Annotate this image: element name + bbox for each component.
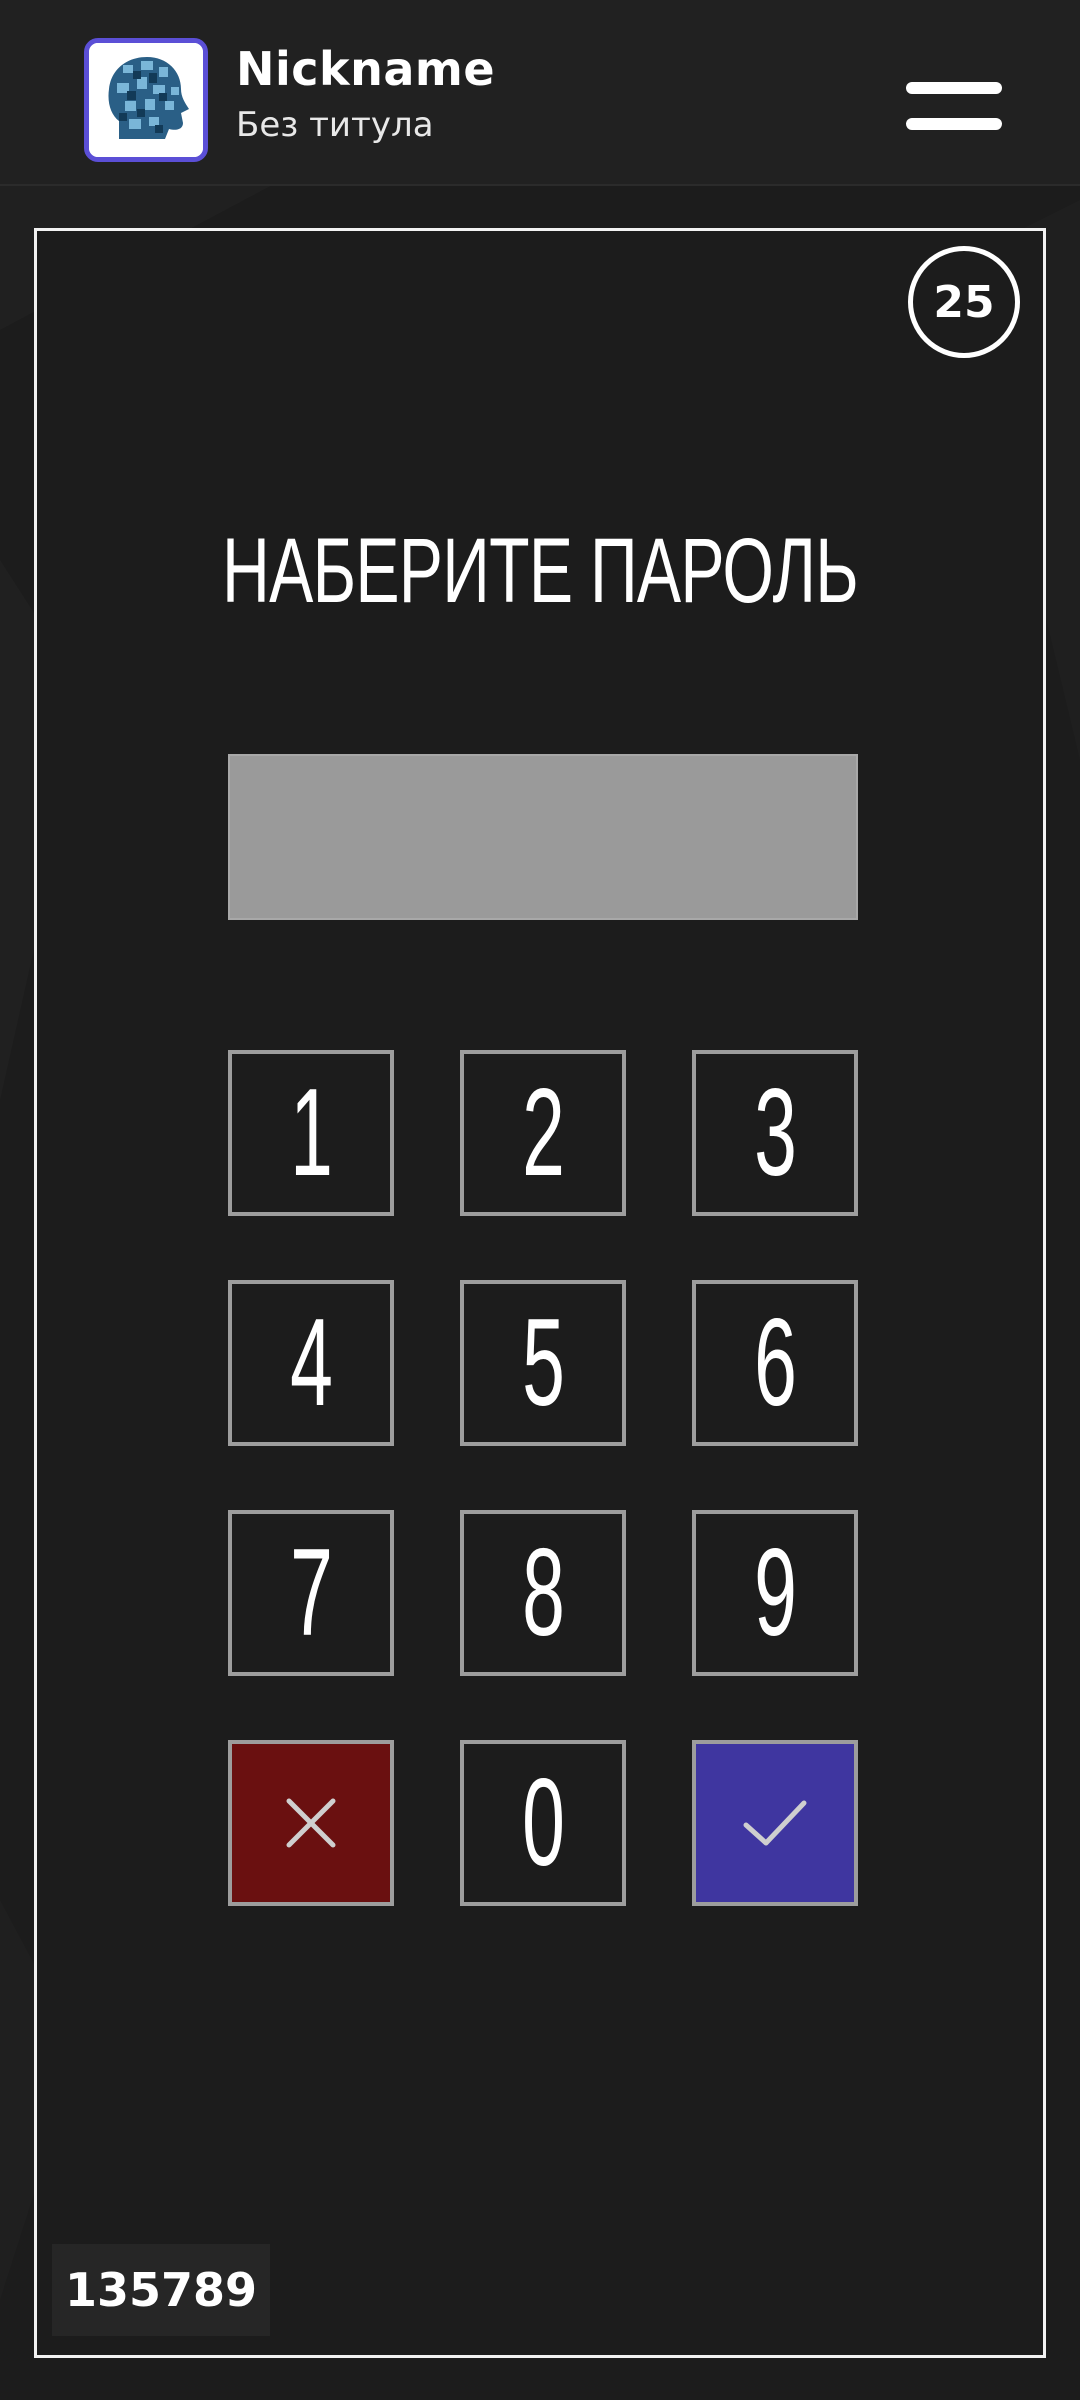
key-label: 6 xyxy=(753,1294,797,1432)
key-label: 8 xyxy=(521,1524,565,1662)
cancel-button[interactable] xyxy=(228,1740,394,1906)
key-label: 4 xyxy=(289,1294,333,1432)
checkmark-icon xyxy=(743,1800,807,1846)
hamburger-menu-icon xyxy=(906,118,1002,130)
key-2[interactable]: 2 xyxy=(460,1050,626,1216)
confirm-button[interactable] xyxy=(692,1740,858,1906)
key-1[interactable]: 1 xyxy=(228,1050,394,1216)
nickname: Nickname xyxy=(236,42,496,96)
hamburger-menu-icon xyxy=(906,82,1002,94)
countdown-timer: 25 xyxy=(908,246,1020,358)
key-8[interactable]: 8 xyxy=(460,1510,626,1676)
key-label: 9 xyxy=(753,1524,797,1662)
password-display xyxy=(228,754,858,920)
key-5[interactable]: 5 xyxy=(460,1280,626,1446)
key-label: 3 xyxy=(753,1064,797,1202)
page-title: НАБЕРИТЕ ПАРОЛЬ xyxy=(222,520,859,622)
key-label: 2 xyxy=(521,1064,565,1202)
key-label: 0 xyxy=(521,1754,565,1892)
key-7[interactable]: 7 xyxy=(228,1510,394,1676)
user-title: Без титула xyxy=(236,105,434,145)
head-portrait-icon xyxy=(89,43,203,157)
key-6[interactable]: 6 xyxy=(692,1280,858,1446)
close-icon xyxy=(286,1798,336,1848)
app-header: Nickname Без титула xyxy=(0,0,1080,186)
key-3[interactable]: 3 xyxy=(692,1050,858,1216)
key-label: 1 xyxy=(289,1064,333,1202)
key-0[interactable]: 0 xyxy=(460,1740,626,1906)
key-label: 5 xyxy=(521,1294,565,1432)
code-hint: 135789 xyxy=(52,2244,270,2336)
avatar[interactable] xyxy=(84,38,208,162)
key-4[interactable]: 4 xyxy=(228,1280,394,1446)
key-9[interactable]: 9 xyxy=(692,1510,858,1676)
menu-button[interactable] xyxy=(906,78,1002,134)
key-label: 7 xyxy=(289,1524,333,1662)
